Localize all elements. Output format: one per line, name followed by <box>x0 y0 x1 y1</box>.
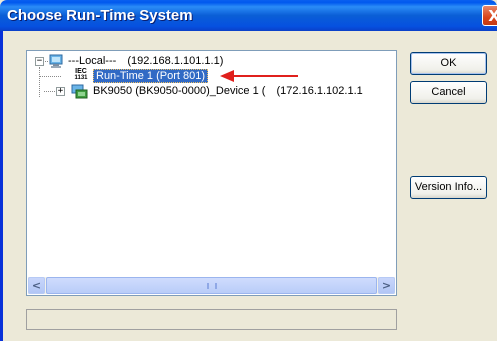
tree-node-local[interactable]: ---Local--- (192.168.1.101.1.1) <box>68 54 223 68</box>
tree-line <box>39 67 40 97</box>
version-info-button[interactable]: Version Info... <box>410 176 487 199</box>
scroll-left-button[interactable]: < <box>28 277 45 294</box>
close-button[interactable]: X <box>482 5 497 26</box>
cancel-button[interactable]: Cancel <box>410 81 487 104</box>
network-device-icon <box>71 83 89 102</box>
expand-toggle[interactable]: + <box>56 87 65 96</box>
dialog-window: Choose Run-Time System X − ---Local--- (… <box>0 0 497 341</box>
computer-icon <box>49 54 65 72</box>
node-label-selected: Run-Time 1 (Port 801) <box>93 69 209 83</box>
scroll-grip-icon <box>207 283 217 289</box>
node-label: BK9050 (BK9050-0000)_Device 1 ( <box>93 85 266 97</box>
tree-node-runtime-1[interactable]: Run-Time 1 (Port 801) <box>93 69 209 83</box>
tree-line <box>40 76 61 77</box>
runtime-tree-view[interactable]: − ---Local--- (192.168.1.101.1.1) IEC 11… <box>26 50 397 296</box>
node-address: (172.16.1.102.1.1 <box>276 85 363 97</box>
collapse-toggle[interactable]: − <box>35 57 44 66</box>
annotation-arrow-icon <box>220 70 298 82</box>
scroll-right-button[interactable]: > <box>378 277 395 294</box>
node-address: (192.168.1.101.1.1) <box>127 55 224 67</box>
node-label: ---Local--- <box>68 55 117 67</box>
horizontal-scrollbar[interactable]: < > <box>28 277 395 294</box>
title-bar[interactable]: Choose Run-Time System X <box>0 0 497 31</box>
window-frame <box>0 31 3 341</box>
status-field <box>26 309 397 330</box>
ok-button[interactable]: OK <box>410 52 487 75</box>
iec-1131-icon: IEC 1131 <box>74 68 88 81</box>
tree-node-bk9050[interactable]: BK9050 (BK9050-0000)_Device 1 ( (172.16.… <box>93 84 363 98</box>
scroll-thumb[interactable] <box>46 277 377 294</box>
window-title: Choose Run-Time System <box>7 7 193 24</box>
